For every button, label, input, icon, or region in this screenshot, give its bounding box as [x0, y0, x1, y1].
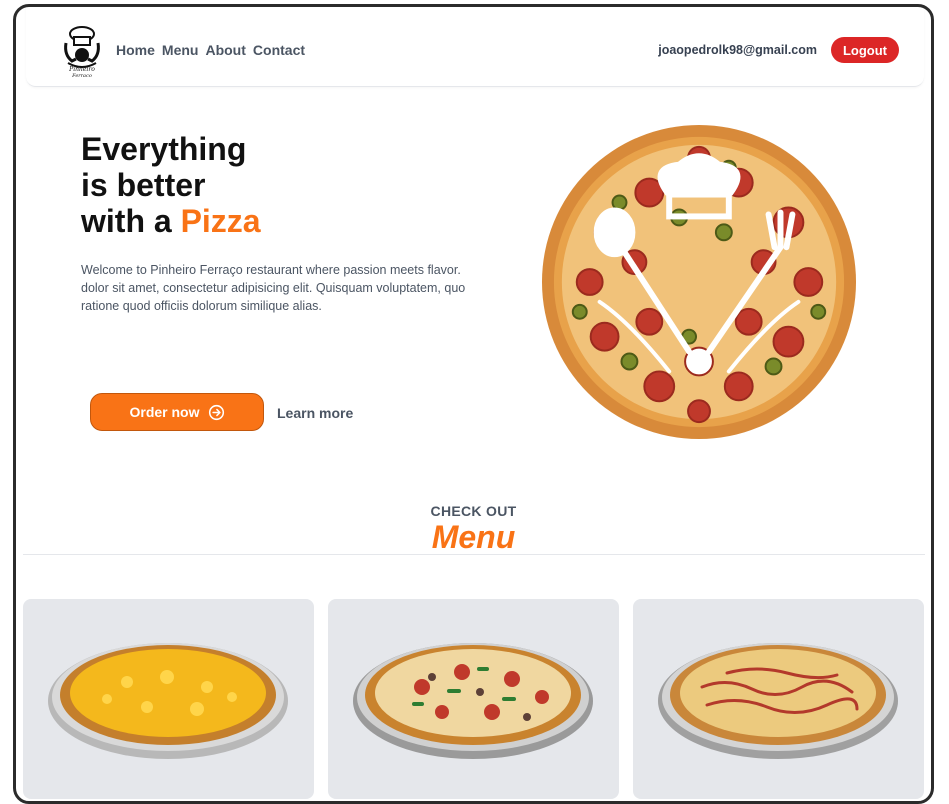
- hero-description: Welcome to Pinheiro Ferraço restaurant w…: [81, 263, 466, 313]
- arrow-right-circle-icon: [208, 404, 224, 420]
- nav-links: Home Menu About Contact: [116, 42, 305, 58]
- user-email: joaopedrolk98@gmail.com: [658, 43, 817, 57]
- app-frame: Pinheiro Ferraço Home Menu About Contact…: [13, 4, 934, 804]
- logo[interactable]: Pinheiro Ferraço: [60, 25, 104, 77]
- order-now-label: Order now: [129, 404, 200, 420]
- order-now-button[interactable]: Order now: [90, 393, 264, 431]
- menu-title: Menu: [431, 519, 516, 555]
- hero-title-accent: Pizza: [180, 203, 261, 239]
- menu-card-2[interactable]: [328, 599, 619, 799]
- section-divider: [23, 554, 925, 555]
- svg-text:Pinheiro: Pinheiro: [68, 66, 95, 73]
- hero-title-line2: is better: [81, 167, 206, 203]
- hero-title-line1: Everything: [81, 131, 247, 167]
- hero-pizza-image: [541, 124, 857, 440]
- cheese-sauce-pizza-image: [658, 643, 898, 759]
- nav-about[interactable]: About: [205, 42, 245, 58]
- nav-menu[interactable]: Menu: [162, 42, 199, 58]
- hero-title: Everything is better with a Pizza: [81, 131, 261, 239]
- menu-eyebrow: CHECK OUT: [430, 503, 517, 519]
- menu-heading: CHECK OUT Menu: [16, 503, 931, 554]
- nav-home[interactable]: Home: [116, 42, 155, 58]
- navbar: Pinheiro Ferraço Home Menu About Contact…: [26, 7, 924, 87]
- svg-text:Ferraço: Ferraço: [71, 73, 92, 77]
- learn-more-link[interactable]: Learn more: [277, 405, 353, 421]
- hero-title-line3: with a: [81, 203, 181, 239]
- menu-card-3[interactable]: [633, 599, 924, 799]
- menu-card-1[interactable]: [23, 599, 314, 799]
- nav-contact[interactable]: Contact: [253, 42, 305, 58]
- supreme-pizza-image: [353, 643, 593, 759]
- logout-button[interactable]: Logout: [831, 37, 899, 63]
- mac-and-cheese-pizza-image: [48, 643, 288, 759]
